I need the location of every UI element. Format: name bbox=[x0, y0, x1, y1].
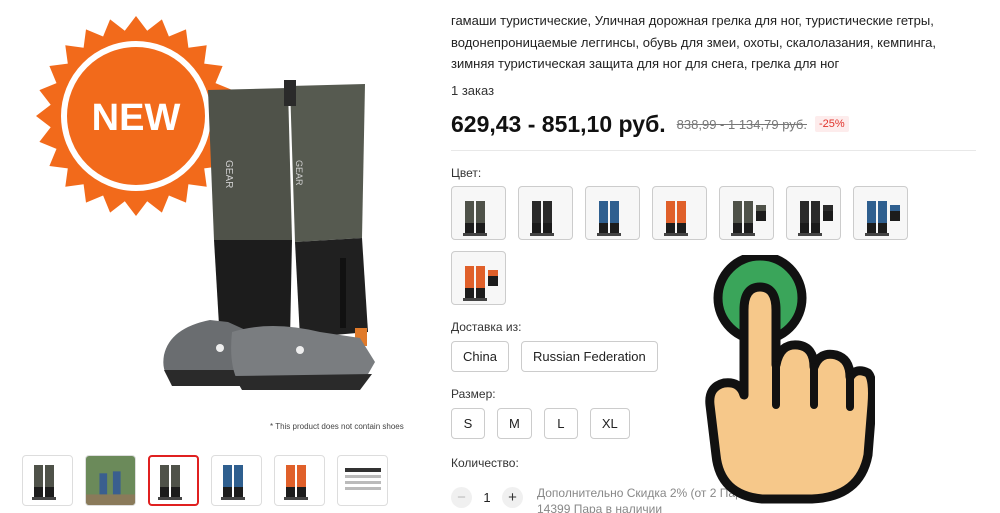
color-swatch-orange-set[interactable] bbox=[451, 250, 506, 305]
main-product-image[interactable]: GEAR GEAR bbox=[150, 70, 410, 400]
color-label: Цвет: bbox=[451, 165, 482, 180]
pointing-hand-icon bbox=[705, 255, 875, 504]
color-swatch-orange[interactable] bbox=[652, 185, 707, 240]
quantity-increase-button[interactable]: + bbox=[502, 487, 523, 508]
product-disclaimer: * This product does not contain shoes bbox=[270, 422, 404, 431]
svg-text:GEAR: GEAR bbox=[294, 160, 304, 186]
quantity-value[interactable]: 1 bbox=[472, 490, 502, 505]
color-swatch-gray-black[interactable] bbox=[451, 185, 506, 240]
ship-from-russia-button[interactable]: Russian Federation bbox=[520, 340, 658, 372]
discount-badge: -25% bbox=[815, 116, 849, 132]
thumbnail-size-chart[interactable] bbox=[337, 455, 388, 506]
size-xl-button[interactable]: XL bbox=[589, 407, 630, 439]
thumbnail-orange[interactable] bbox=[274, 455, 325, 506]
svg-text:GEAR: GEAR bbox=[223, 160, 234, 188]
color-swatch-gray-set[interactable] bbox=[719, 185, 774, 240]
price-row: 629,43 - 851,10 руб. 838,99 - 1 134,79 р… bbox=[451, 111, 981, 138]
thumbnail-blue[interactable] bbox=[211, 455, 262, 506]
color-swatch-black[interactable] bbox=[518, 185, 573, 240]
size-s-button[interactable]: S bbox=[451, 407, 485, 439]
orders-count: 1 заказ bbox=[451, 82, 495, 98]
quantity-decrease-button[interactable]: − bbox=[451, 487, 472, 508]
thumbnail-strip bbox=[22, 455, 388, 506]
color-swatch-black-set[interactable] bbox=[786, 185, 841, 240]
divider bbox=[451, 149, 976, 151]
thumbnail-gray-side[interactable] bbox=[148, 455, 199, 506]
current-price: 629,43 - 851,10 руб. bbox=[451, 110, 666, 137]
color-swatch-blue-set[interactable] bbox=[853, 185, 908, 240]
size-m-button[interactable]: M bbox=[497, 407, 532, 439]
thumbnail-gray[interactable] bbox=[22, 455, 73, 506]
old-price: 838,99 - 1 134,79 руб. bbox=[676, 116, 807, 132]
ship-from-china-button[interactable]: China bbox=[451, 340, 509, 372]
product-title: гамаши туристические, Уличная дорожная г… bbox=[451, 13, 936, 71]
color-swatch-blue[interactable] bbox=[585, 185, 640, 240]
thumbnail-lifestyle[interactable] bbox=[85, 455, 136, 506]
size-l-button[interactable]: L bbox=[543, 407, 578, 439]
